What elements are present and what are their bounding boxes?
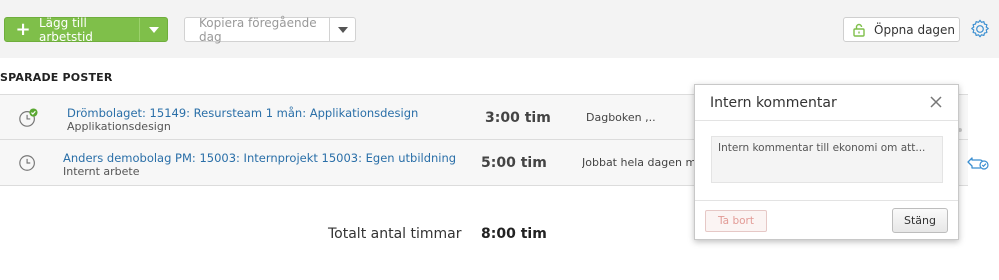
unlock-icon bbox=[844, 23, 874, 37]
gear-icon[interactable] bbox=[969, 18, 991, 40]
entry-subtitle: Internt arbete bbox=[63, 165, 140, 178]
copy-previous-day-label: Kopiera föregående dag bbox=[199, 15, 317, 44]
entry-title-link[interactable]: Drömbolaget: 15149: Resursteam 1 mån: Ap… bbox=[67, 106, 418, 120]
total-hours-label: Totalt antal timmar bbox=[328, 226, 462, 242]
delete-button[interactable]: Ta bort bbox=[705, 210, 767, 232]
entry-subtitle: Applikationsdesign bbox=[67, 120, 171, 133]
saved-entries-heading: SPARADE POSTER bbox=[0, 71, 113, 84]
close-icon[interactable] bbox=[928, 94, 944, 110]
entry-hours: 3:00 tim bbox=[485, 110, 551, 126]
chevron-down-icon bbox=[148, 26, 159, 33]
toolbar: + Lägg till arbetstid Kopiera föregående… bbox=[0, 0, 999, 58]
open-day-button[interactable]: Öppna dagen bbox=[843, 17, 960, 42]
copy-previous-day-dropdown[interactable] bbox=[329, 18, 355, 41]
clock-icon bbox=[19, 155, 35, 171]
open-day-label: Öppna dagen bbox=[874, 22, 956, 37]
copy-previous-day-button[interactable]: Kopiera föregående dag bbox=[184, 15, 356, 44]
entry-title-link[interactable]: Anders demobolag PM: 15003: Internprojek… bbox=[63, 151, 456, 165]
internal-comment-popup: Intern kommentar Intern kommentar till e… bbox=[694, 84, 959, 240]
close-button[interactable]: Stäng bbox=[892, 208, 948, 233]
entry-hours: 5:00 tim bbox=[481, 155, 547, 171]
popup-header: Intern kommentar bbox=[695, 85, 958, 121]
add-work-time-dropdown[interactable] bbox=[139, 18, 167, 41]
plus-icon: + bbox=[15, 18, 31, 40]
entry-note: Jobbat hela dagen med bbox=[582, 156, 694, 169]
add-work-time-label: Lägg till arbetstid bbox=[39, 15, 93, 44]
clock-check-icon bbox=[19, 108, 38, 127]
popup-title: Intern kommentar bbox=[710, 95, 837, 111]
entry-note: Dagboken ,.. bbox=[586, 111, 656, 124]
comment-icon[interactable] bbox=[966, 152, 990, 172]
add-work-time-button[interactable]: + Lägg till arbetstid bbox=[4, 15, 168, 44]
internal-comment-field[interactable]: Intern kommentar till ekonomi om att... bbox=[711, 136, 943, 183]
total-hours-value: 8:00 tim bbox=[481, 226, 547, 242]
chevron-down-icon bbox=[337, 26, 348, 33]
popup-footer: Ta bort Stäng bbox=[695, 200, 958, 241]
